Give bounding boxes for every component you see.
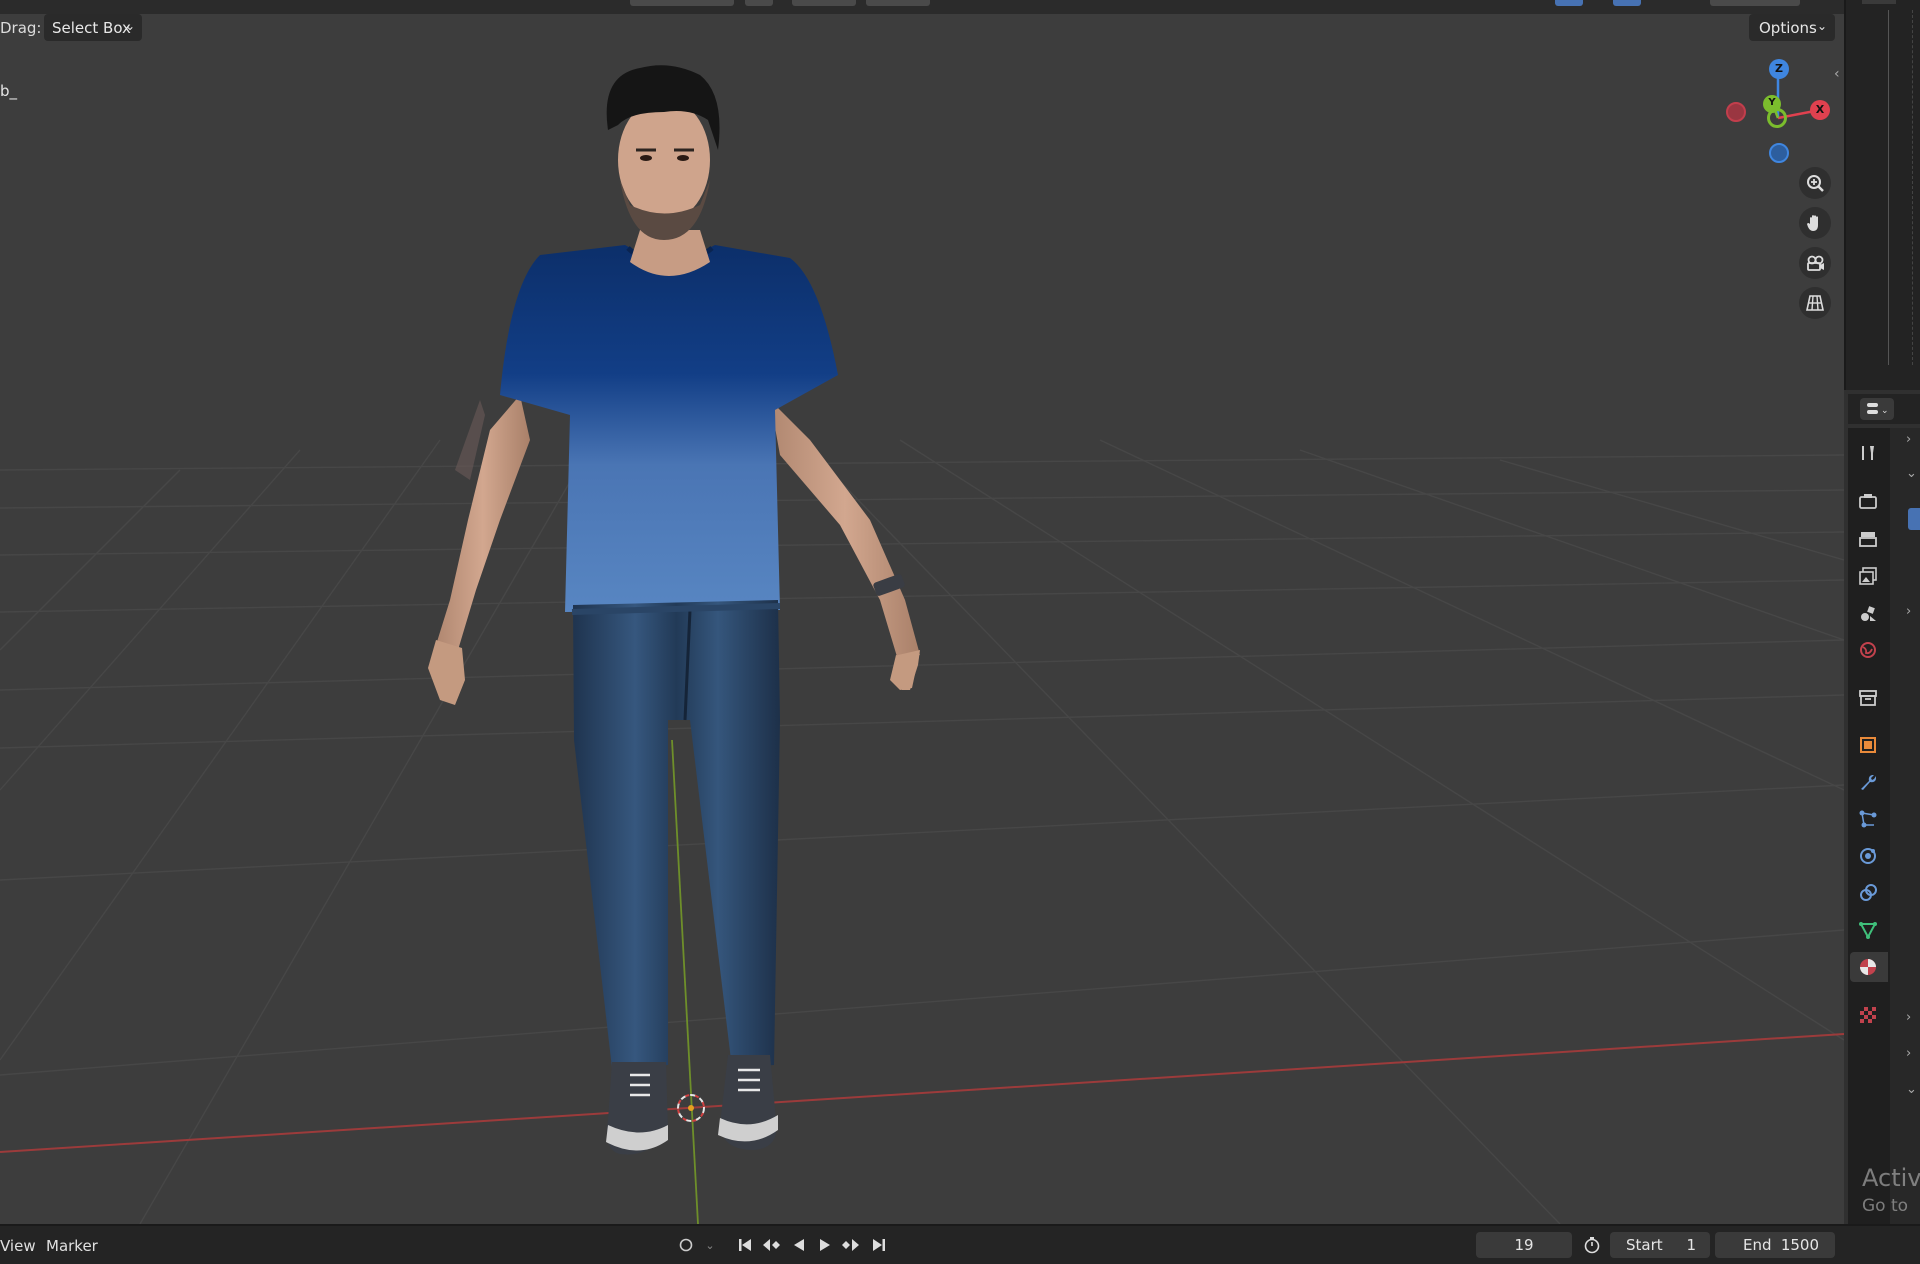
properties-header: ⌄	[1848, 394, 1920, 424]
play-icon[interactable]	[813, 1234, 837, 1256]
chevron-right-icon[interactable]: ›	[1906, 432, 1911, 447]
chevron-down-icon: ⌄	[1816, 19, 1827, 33]
view-layer-icon[interactable]	[1857, 565, 1879, 587]
select-box-dropdown[interactable]: Select Box ⌄	[44, 14, 142, 41]
material-icon[interactable]	[1857, 956, 1879, 978]
collection-icon[interactable]	[1857, 687, 1879, 709]
scene-icon[interactable]	[1857, 602, 1879, 624]
select-box-label: Select Box	[52, 19, 131, 37]
header-control-ghost[interactable]	[630, 0, 734, 6]
activation-watermark-subtitle: Go to	[1862, 1196, 1909, 1216]
timeline-view-menu[interactable]: View	[0, 1237, 36, 1255]
shading-modes[interactable]	[1710, 0, 1800, 6]
end-frame-value: 1500	[1780, 1236, 1819, 1254]
svg-text:⌄: ⌄	[1881, 406, 1888, 416]
active-object-label: b_	[0, 82, 18, 100]
mesh-data-icon[interactable]	[1857, 919, 1879, 941]
gizmo-y-label: Y	[1768, 97, 1776, 108]
header-control-ghost[interactable]	[866, 0, 930, 6]
options-dropdown[interactable]: Options ⌄	[1749, 14, 1835, 41]
drag-label: Drag:	[0, 19, 42, 37]
chevron-down-icon[interactable]: ⌄	[1906, 1082, 1917, 1097]
gizmo-neg-y-axis[interactable]	[1767, 108, 1787, 128]
timeline-marker-menu[interactable]: Marker	[46, 1237, 98, 1255]
chevron-down-icon[interactable]: ⌄	[698, 1234, 722, 1256]
render-icon[interactable]	[1857, 490, 1879, 512]
stopwatch-icon[interactable]	[1580, 1234, 1604, 1256]
outliner-tree-line	[1888, 10, 1889, 365]
play-reverse-icon[interactable]	[787, 1234, 811, 1256]
constraints-icon[interactable]	[1857, 882, 1879, 904]
world-icon[interactable]	[1857, 639, 1879, 661]
object-icon[interactable]	[1857, 734, 1879, 756]
header-control-ghost[interactable]	[792, 0, 856, 6]
camera-view-icon[interactable]	[1799, 247, 1831, 279]
end-frame-field[interactable]: End 1500	[1715, 1232, 1835, 1258]
jump-start-icon[interactable]	[733, 1234, 757, 1256]
gizmo-z-label: Z	[1775, 62, 1783, 75]
header-control-ghost[interactable]	[745, 0, 773, 6]
current-frame-field[interactable]: 19	[1476, 1232, 1572, 1258]
outliner-tree-line	[1912, 10, 1913, 365]
output-icon[interactable]	[1857, 528, 1879, 550]
chevron-right-icon[interactable]: ›	[1906, 604, 1911, 619]
gizmo-x-label: X	[1815, 103, 1825, 116]
hand-pan-icon[interactable]	[1799, 207, 1831, 239]
floor-grid	[0, 429, 1844, 1224]
properties-active-toggle[interactable]	[1908, 508, 1920, 530]
jump-end-icon[interactable]	[867, 1234, 891, 1256]
chevron-right-icon[interactable]: ›	[1906, 1046, 1911, 1061]
gizmo-neg-x-axis[interactable]	[1726, 102, 1746, 122]
chevron-down-icon[interactable]: ⌄	[1906, 466, 1917, 481]
3d-viewport[interactable]: Drag: Select Box ⌄ b_ Options ⌄ ‹ Z X Y	[0, 0, 1844, 1224]
start-frame-field[interactable]: Start 1	[1610, 1232, 1710, 1258]
header-toggle-active[interactable]	[1555, 0, 1583, 6]
chevron-down-icon: ⌄	[124, 19, 135, 33]
viewport-scene	[0, 65, 1844, 1224]
zoom-icon[interactable]	[1799, 167, 1831, 199]
next-keyframe-icon[interactable]	[839, 1234, 863, 1256]
y-axis-line	[671, 739, 699, 1224]
options-label: Options	[1759, 19, 1817, 37]
outliner-header-ghost	[1862, 0, 1896, 4]
modifiers-wrench-icon[interactable]	[1857, 771, 1879, 793]
current-frame-value: 19	[1514, 1236, 1534, 1254]
properties-content[interactable]	[1890, 428, 1920, 1224]
activation-watermark-title: Activ	[1862, 1164, 1920, 1192]
gizmo-neg-z-axis[interactable]	[1769, 143, 1789, 163]
outliner-panel[interactable]	[1844, 0, 1920, 390]
physics-icon[interactable]	[1857, 845, 1879, 867]
grid-projection-icon[interactable]	[1799, 287, 1831, 319]
header-toggle-active[interactable]	[1613, 0, 1641, 6]
start-frame-label: Start	[1626, 1236, 1663, 1254]
properties-editor-icon: ⌄	[1867, 403, 1888, 416]
texture-icon[interactable]	[1857, 1004, 1879, 1026]
keyframe-dot-icon[interactable]	[674, 1234, 698, 1256]
viewport-header	[0, 0, 1844, 14]
end-frame-label: End	[1743, 1236, 1772, 1254]
editor-type-button[interactable]: ⌄	[1860, 398, 1894, 420]
x-axis-line	[0, 1033, 1844, 1153]
prev-keyframe-icon[interactable]	[759, 1234, 783, 1256]
chevron-right-icon[interactable]: ›	[1906, 1010, 1911, 1025]
tool-icon[interactable]	[1857, 442, 1879, 464]
particles-icon[interactable]	[1857, 808, 1879, 830]
start-frame-value: 1	[1686, 1236, 1696, 1254]
character-model[interactable]	[428, 65, 920, 1155]
